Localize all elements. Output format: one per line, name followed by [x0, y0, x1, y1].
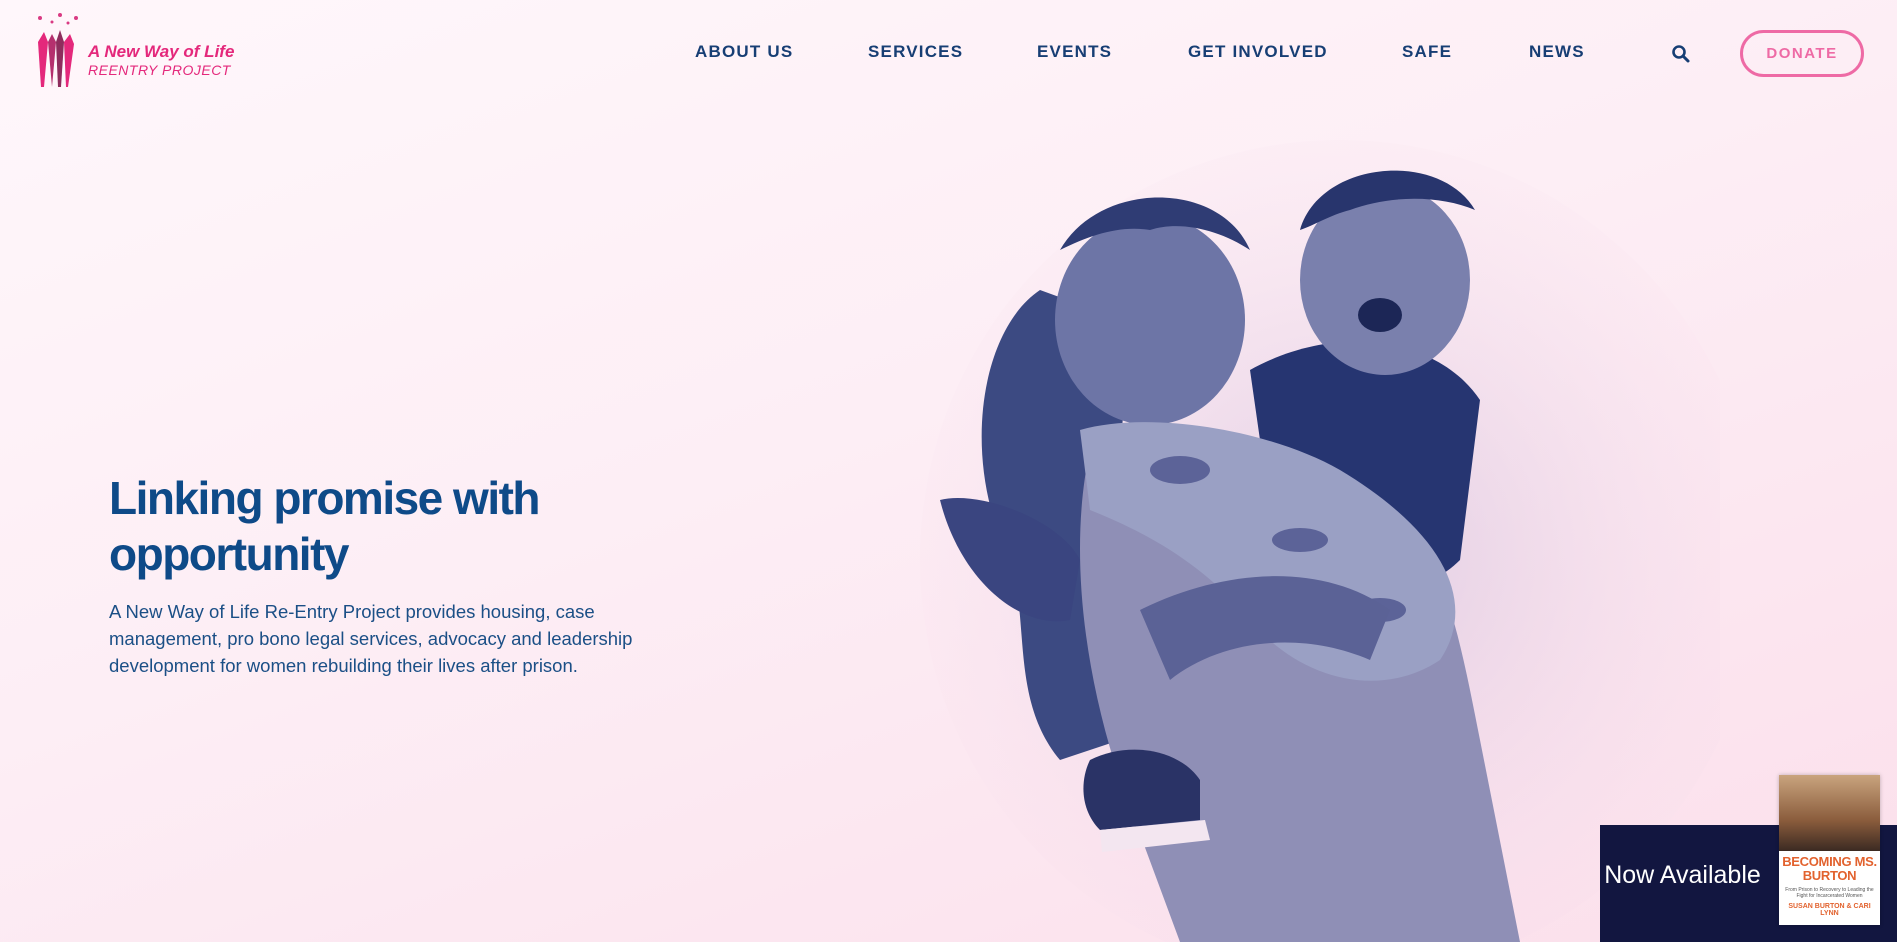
promo-label: Now Available: [1604, 861, 1761, 889]
nav-item-safe[interactable]: SAFE: [1402, 42, 1452, 62]
nav-item-get-involved[interactable]: GET INVOLVED: [1188, 42, 1328, 62]
logo-name: A New Way of Life: [88, 42, 235, 61]
book-authors: SUSAN BURTON & CARI LYNN: [1788, 903, 1871, 917]
donate-button[interactable]: DONATE: [1740, 30, 1864, 77]
nav-item-news[interactable]: NEWS: [1529, 42, 1585, 62]
book-cover[interactable]: BECOMING MS. BURTON From Prison to Recov…: [1779, 775, 1880, 925]
nav-item-services[interactable]: SERVICES: [868, 42, 963, 62]
nav-item-about-us[interactable]: ABOUT US: [695, 42, 793, 62]
book-cover-photo: [1779, 775, 1880, 851]
search-icon: [1672, 45, 1690, 63]
hero-image: [920, 140, 1720, 942]
site-logo[interactable]: A New Way of Life REENTRY PROJECT: [30, 12, 240, 92]
nav-item-events[interactable]: EVENTS: [1037, 42, 1112, 62]
logo-figures-icon: [38, 13, 78, 87]
hero-title: Linking promise with opportunity: [109, 472, 541, 580]
book-subtitle: From Prison to Recovery to Leading the F…: [1785, 887, 1874, 899]
book-title: BECOMING MS. BURTON: [1782, 854, 1877, 883]
site-header: A New Way of Life REENTRY PROJECT ABOUT …: [0, 0, 1897, 108]
search-button[interactable]: [1671, 44, 1691, 64]
hero-description: A New Way of Life Re-Entry Project provi…: [109, 601, 633, 676]
logo-tagline: REENTRY PROJECT: [88, 62, 231, 78]
